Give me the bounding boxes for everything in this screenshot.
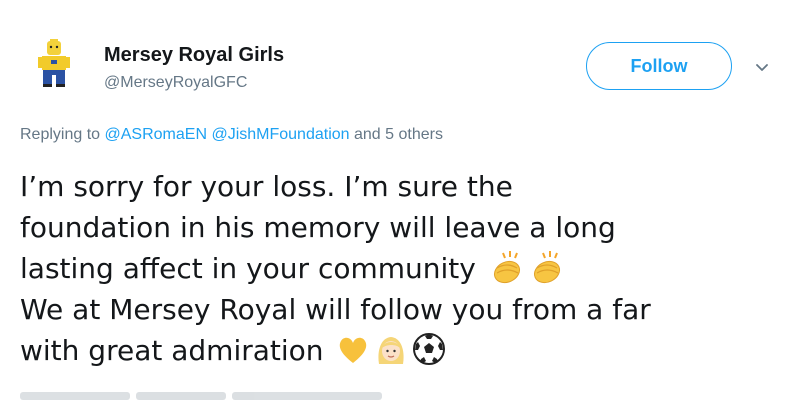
metadata-fragment [20,392,130,400]
metadata-fragment [136,392,226,400]
yellow-heart-emoji-icon [336,334,370,366]
tweet-line-text: with great admiration [20,334,324,367]
replying-to-prefix: Replying to [20,126,101,143]
display-name[interactable]: Mersey Royal Girls [104,44,284,67]
clapping-hands-emoji-icon [529,250,565,284]
avatar[interactable] [28,38,80,90]
tweet-line-text: foundation in his memory will leave a lo… [20,211,616,244]
tweet-line-text: lasting affect in your community [20,252,476,285]
blonde-woman-emoji-icon [374,334,408,366]
soccer-ball-emoji-icon [412,332,446,366]
tweet-line: with great admiration [20,330,780,371]
replying-to: Replying to @ASRomaEN @JishMFoundation a… [20,126,443,144]
tweet-line-text: I’m sorry for your loss. I’m sure the [20,170,513,203]
chevron-down-icon[interactable] [752,58,772,78]
tweet-line: We at Mersey Royal will follow you from … [20,289,780,330]
metadata-fragment [232,392,382,400]
tweet-line: I’m sorry for your loss. I’m sure the [20,166,780,207]
tweet-line-text: We at Mersey Royal will follow you from … [20,293,651,326]
tweet-line: lasting affect in your community [20,248,780,289]
lego-minifigure-avatar-icon [28,38,80,90]
tweet-text: I’m sorry for your loss. I’m sure the fo… [20,166,780,371]
replying-to-others[interactable]: and 5 others [354,126,443,143]
follow-button[interactable]: Follow [586,42,732,90]
tweet-line: foundation in his memory will leave a lo… [20,207,780,248]
clapping-hands-emoji-icon [489,250,525,284]
truncated-tweet-metadata [20,392,450,400]
mention-link[interactable]: @JishMFoundation [211,126,349,143]
mention-link[interactable]: @ASRomaEN [105,126,208,143]
user-handle[interactable]: @MerseyRoyalGFC [104,74,247,92]
